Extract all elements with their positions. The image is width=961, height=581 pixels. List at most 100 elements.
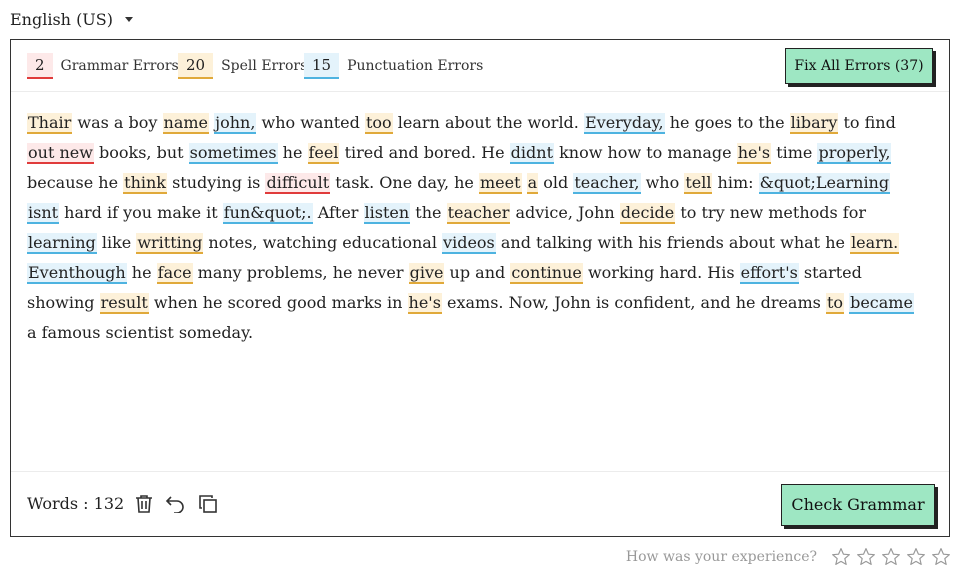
spell-error-highlight[interactable]: he's [407,293,442,314]
text-segment: who [640,173,685,192]
punctuation-error-highlight[interactable]: learning [27,233,97,254]
text-segment: the [410,203,447,222]
grammar-checker-panel: 2 Grammar Errors 20 Spell Errors 15 Punc… [10,39,950,537]
punctuation-error-highlight[interactable]: Everyday, [583,113,665,134]
grammar-errors-count: 2 [27,53,53,79]
text-segment: to try new methods for [675,203,867,222]
punctuation-error-highlight[interactable]: teacher, [573,173,641,194]
spell-error-highlight[interactable]: to [825,293,844,314]
word-count: Words : 132 [27,494,125,513]
text-segment: a famous scientist someday. [27,323,254,342]
spell-error-highlight[interactable]: too [364,113,393,134]
spell-error-highlight[interactable]: name [162,113,210,134]
text-segment: books, but [93,143,189,162]
text-segment: After [312,203,364,222]
star-rating [831,547,951,567]
spell-error-highlight[interactable]: result [99,293,149,314]
spell-errors-label: Spell Errors [221,58,308,74]
spell-errors-counter[interactable]: 20 Spell Errors [178,53,307,79]
text-segment: he goes to the [664,113,790,132]
spell-error-highlight[interactable]: decide [619,203,676,224]
punctuation-error-highlight[interactable]: Eventhough [27,263,127,284]
text-segment: to find [838,113,896,132]
text-editor[interactable]: Thair was a boy name john, who wanted to… [27,108,927,348]
text-segment: educational [342,233,443,252]
punctuation-error-highlight[interactable]: isnt [27,203,60,224]
star-icon[interactable] [906,547,926,567]
punctuation-errors-label: Punctuation Errors [347,58,484,74]
spell-error-highlight[interactable]: Thair [27,113,73,134]
text-segment: was a boy [72,113,163,132]
spell-error-highlight[interactable]: teacher [446,203,511,224]
spell-error-highlight[interactable]: learn. [850,233,900,254]
trash-icon[interactable] [132,492,156,516]
text-segment: him: [712,173,759,192]
text-segment: tired and bored. He [339,143,510,162]
text-segment: learn about the world. [392,113,584,132]
grammar-errors-label: Grammar Errors [60,58,179,74]
chevron-down-icon [125,17,133,22]
grammar-errors-counter[interactable]: 2 Grammar Errors [27,53,179,79]
star-icon[interactable] [856,547,876,567]
spell-error-highlight[interactable]: he's [736,143,772,164]
text-segment [522,173,527,192]
punctuation-errors-counter[interactable]: 15 Punctuation Errors [304,53,483,79]
grammar-error-highlight[interactable]: difficult [265,173,331,194]
text-segment: working hard. His [582,263,740,282]
punctuation-errors-count: 15 [304,53,340,79]
punctuation-error-highlight[interactable]: john, [214,113,257,134]
punctuation-error-highlight[interactable]: fun&quot;. [222,203,313,224]
text-segment: advice, John [510,203,620,222]
text-segment: who wanted [256,113,365,132]
spell-error-highlight[interactable]: writting [136,233,204,254]
punctuation-error-highlight[interactable]: became [849,293,914,314]
spell-error-highlight[interactable]: feel [307,143,340,164]
punctuation-error-highlight[interactable]: &quot;Learning [758,173,891,194]
spell-error-highlight[interactable]: meet [478,173,522,194]
language-select[interactable]: English (US) [10,8,133,30]
text-segment: he [126,263,157,282]
spell-error-highlight[interactable]: give [408,263,445,284]
copy-icon[interactable] [196,492,220,516]
text-segment: Now, John is confident, and he dreams [508,293,826,312]
check-grammar-button[interactable]: Check Grammar [781,484,935,526]
spell-error-highlight[interactable]: a [526,173,539,194]
text-segment: hard if you make it [59,203,223,222]
star-icon[interactable] [831,547,851,567]
text-segment: he [277,143,308,162]
text-segment: exams. [441,293,509,312]
text-segment: when he scored good marks in [148,293,408,312]
spell-error-highlight[interactable]: tell [684,173,713,194]
punctuation-error-highlight[interactable]: listen [363,203,411,224]
text-segment: task. One day, he [330,173,479,192]
punctuation-error-highlight[interactable]: effort's [739,263,799,284]
text-segment: up and [444,263,511,282]
text-segment: time [771,143,818,162]
spell-error-highlight[interactable]: continue [510,263,583,284]
spell-error-highlight[interactable]: libary [789,113,839,134]
punctuation-error-highlight[interactable]: videos [442,233,496,254]
fix-all-errors-button[interactable]: Fix All Errors (37) [785,48,933,84]
grammar-error-highlight[interactable]: out new [27,143,94,164]
star-icon[interactable] [881,547,901,567]
experience-prompt: How was your experience? [625,549,817,565]
undo-icon[interactable] [163,492,187,516]
text-segment: old [538,173,574,192]
text-segment: many problems, he never [192,263,409,282]
spell-errors-count: 20 [178,53,214,79]
text-segment: notes, watching [203,233,343,252]
spell-error-highlight[interactable]: face [156,263,193,284]
experience-rating: How was your experience? [626,544,951,570]
text-segment: because he [27,173,124,192]
language-label: English (US) [10,9,113,29]
punctuation-error-highlight[interactable]: properly, [817,143,892,164]
text-segment: and talking with his friends about what … [495,233,851,252]
text-segment: know how to manage [554,143,737,162]
text-segment: like [96,233,137,252]
error-summary-bar: 2 Grammar Errors 20 Spell Errors 15 Punc… [11,40,949,92]
star-icon[interactable] [931,547,951,567]
spell-error-highlight[interactable]: think [123,173,167,194]
text-segment: studying is [167,173,266,192]
punctuation-error-highlight[interactable]: sometimes [188,143,278,164]
punctuation-error-highlight[interactable]: didnt [509,143,554,164]
